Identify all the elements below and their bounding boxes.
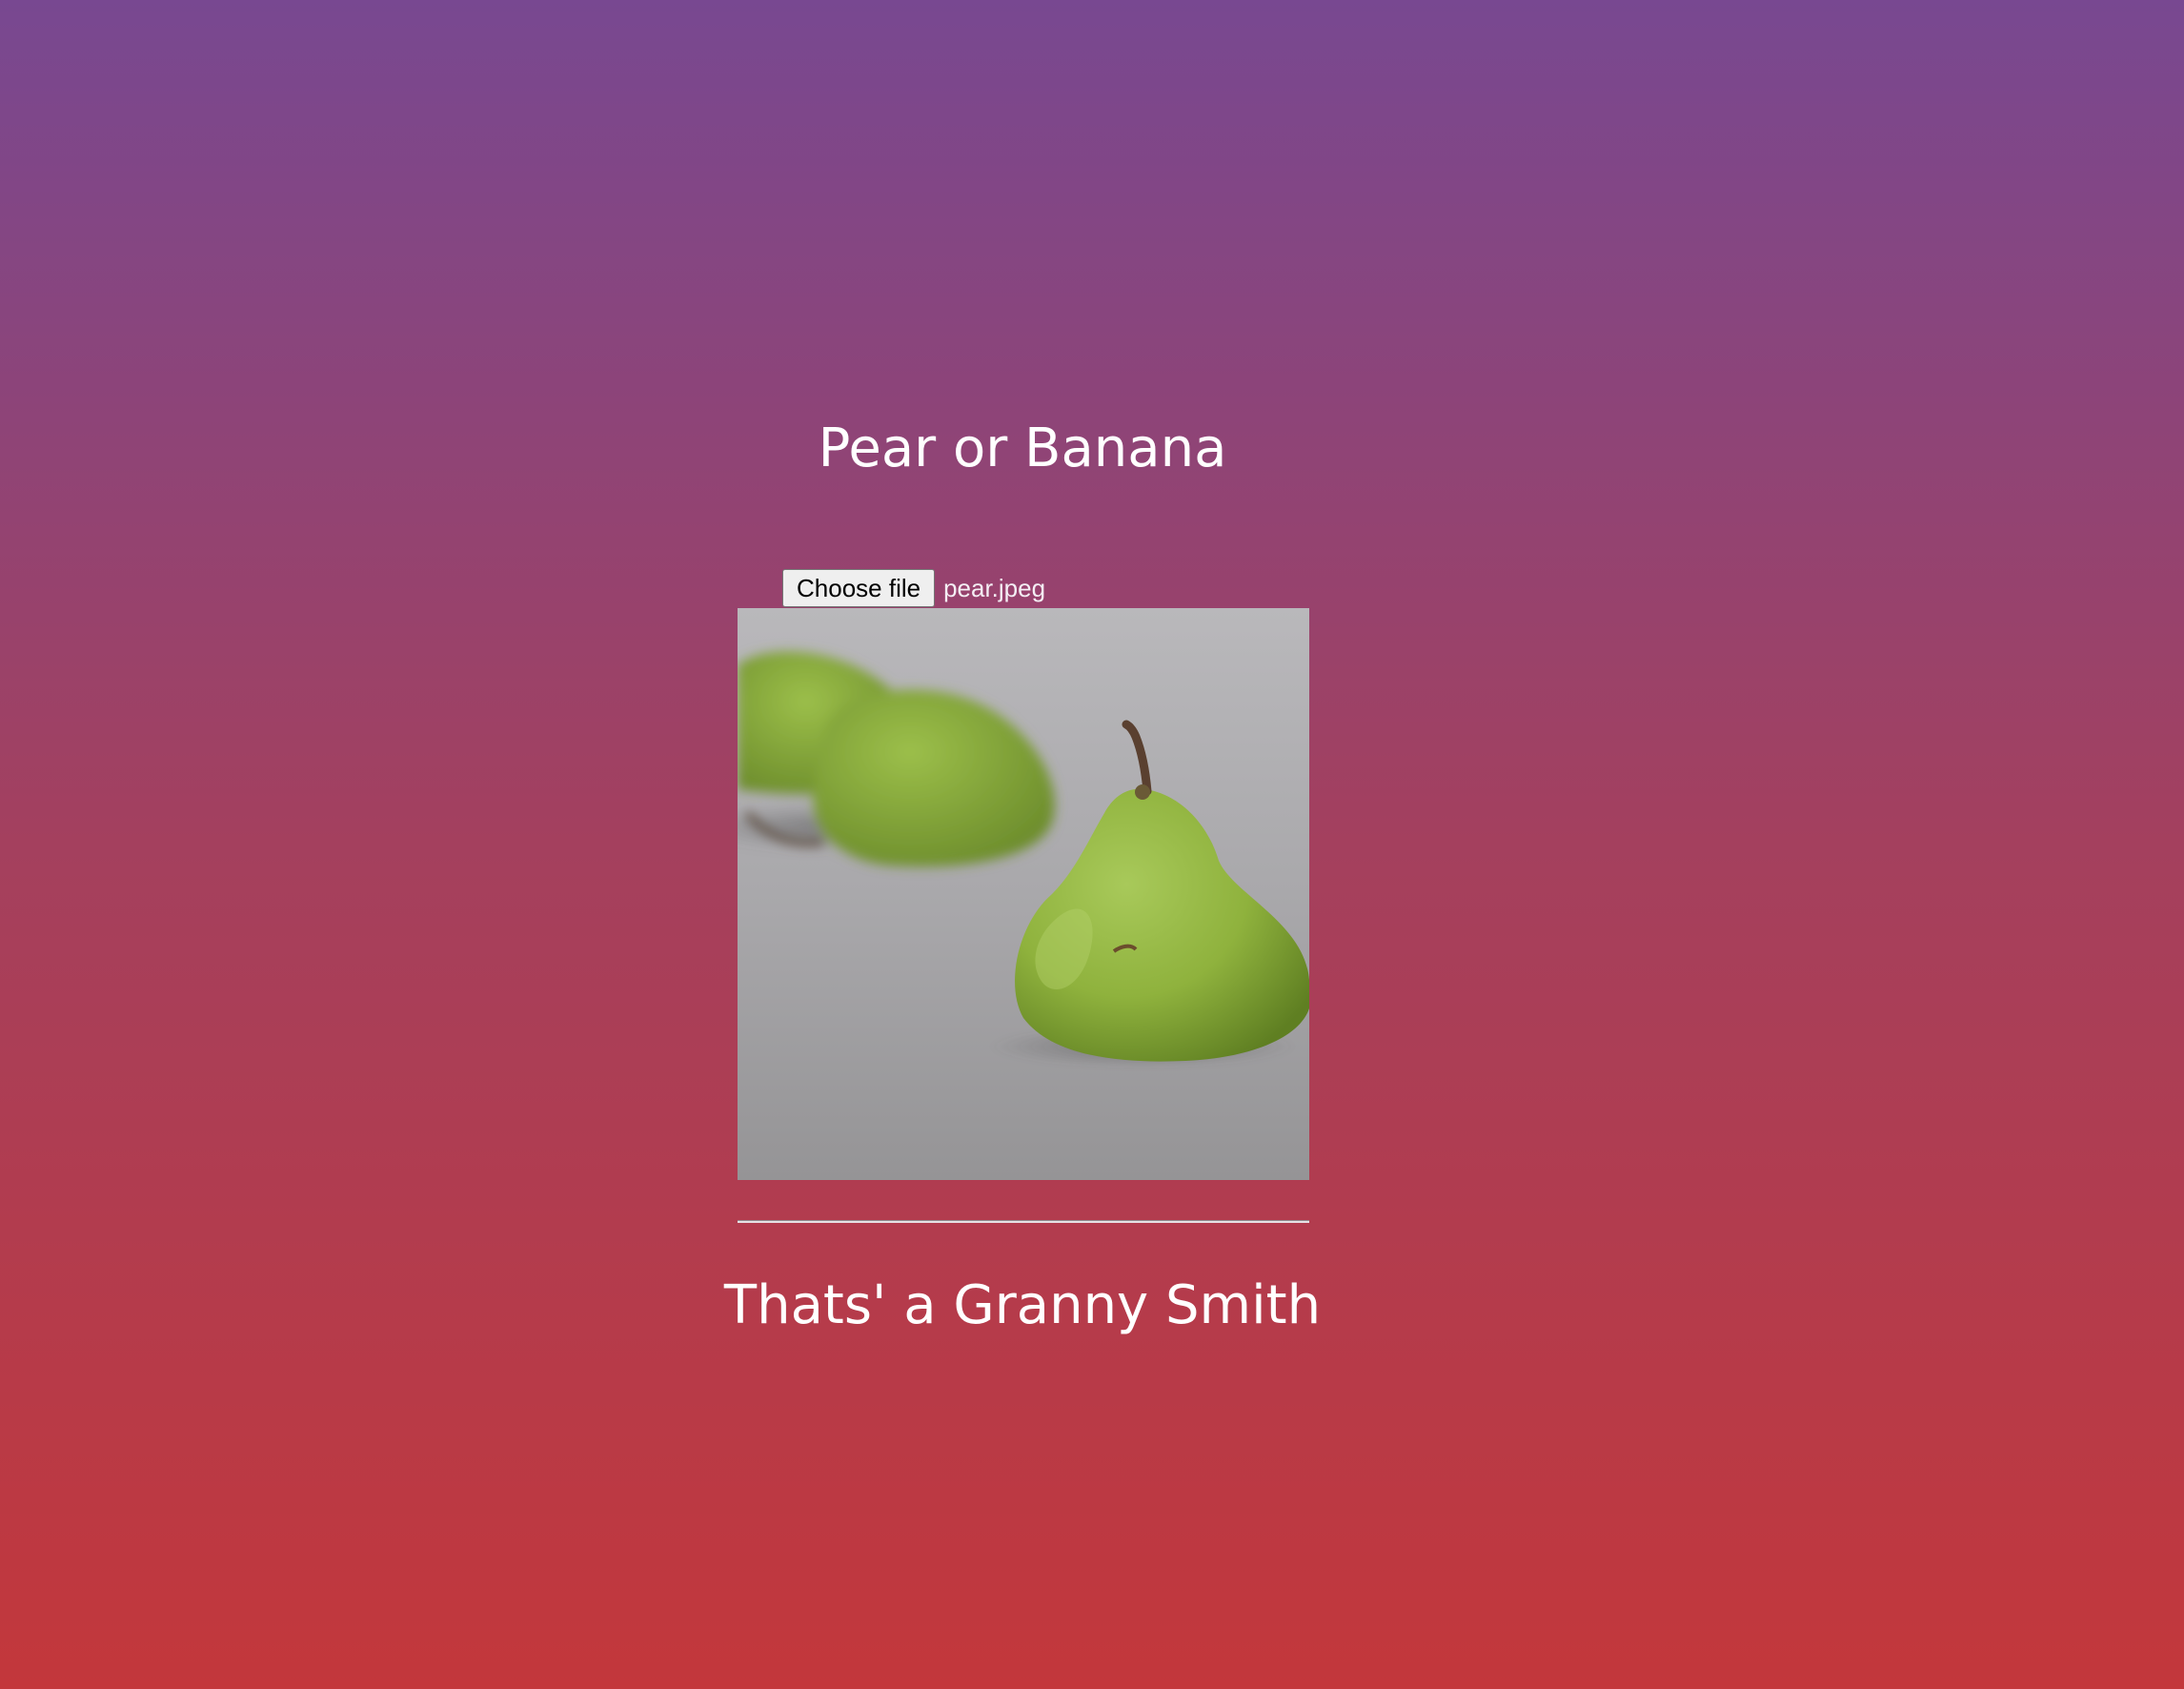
selected-file-name: pear.jpeg	[943, 573, 1046, 602]
prediction-result: Thats' a Granny Smith	[723, 1274, 1322, 1336]
choose-file-button[interactable]: Choose file	[782, 569, 936, 607]
uploaded-image-preview	[738, 608, 1309, 1180]
file-upload: Choose file pear.jpeg	[782, 569, 1045, 607]
page-title: Pear or Banana	[818, 417, 1227, 479]
divider	[738, 1220, 1309, 1223]
